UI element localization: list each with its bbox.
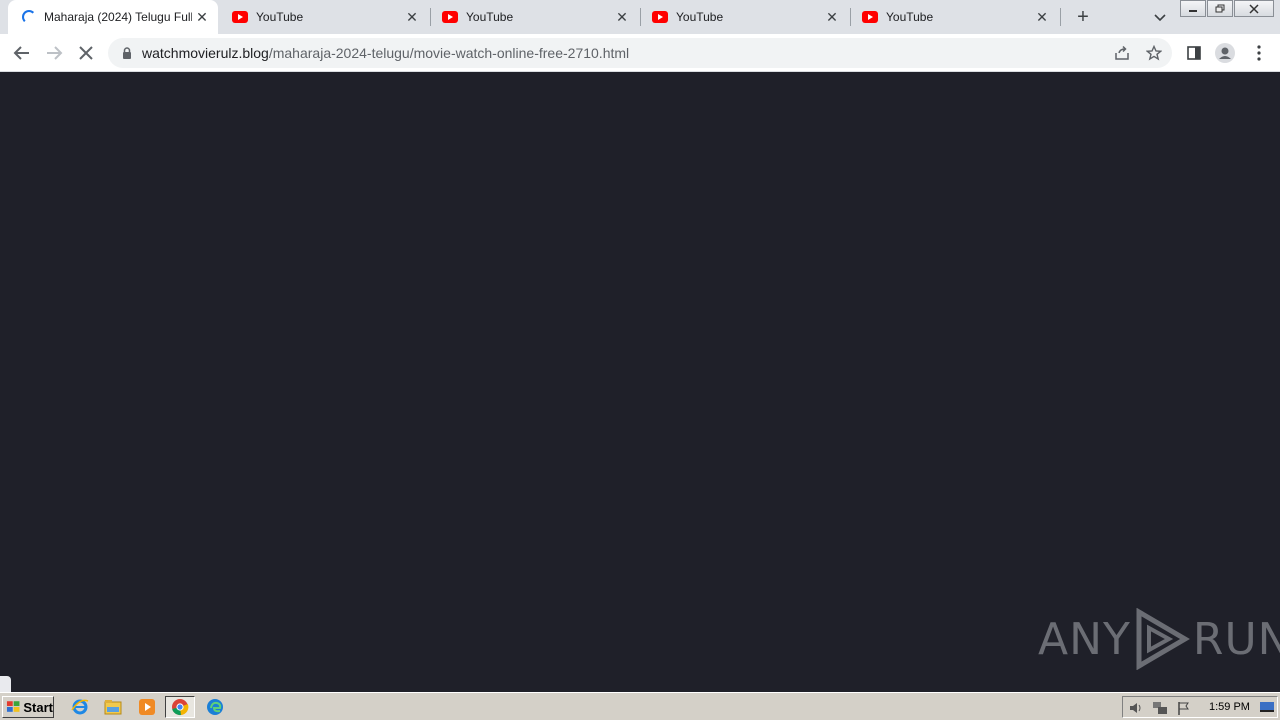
tab-maharaja[interactable]: Maharaja (2024) Telugu Full Movie ✕ [8,0,218,34]
tab-close-icon[interactable]: ✕ [614,9,630,25]
tab-title: Maharaja (2024) Telugu Full Movie [44,10,192,24]
loading-spinner-icon [22,10,36,24]
start-button[interactable]: Start [2,696,54,718]
address-bar[interactable]: watchmovierulz.blog/maharaja-2024-telugu… [108,38,1172,68]
tab-title: YouTube [466,10,514,24]
action-center-flag-icon[interactable] [1176,700,1192,716]
youtube-icon [652,11,668,23]
watermark-left-text: ANY [1038,613,1131,665]
scroll-indicator [0,676,11,692]
address-url[interactable]: watchmovierulz.blog/maharaja-2024-telugu… [142,45,629,61]
tab-strip: Maharaja (2024) Telugu Full Movie ✕ YouT… [0,0,1280,34]
system-tray: 1:59 PM [1122,696,1278,718]
file-explorer-icon[interactable] [103,698,123,716]
taskbar-clock[interactable]: 1:59 PM [1209,701,1250,713]
show-desktop-icon[interactable] [1259,700,1275,716]
windows-taskbar: Start 1:59 PM [0,692,1280,720]
side-panel-icon[interactable] [1184,43,1204,63]
restore-icon[interactable] [1207,0,1233,17]
tab-close-icon[interactable]: ✕ [1034,9,1050,25]
tab-close-icon[interactable]: ✕ [404,9,420,25]
share-icon[interactable] [1114,45,1130,61]
chrome-taskbar-icon[interactable] [165,696,195,718]
bookmark-star-icon[interactable] [1145,44,1163,61]
watermark-right-text: RUN [1192,613,1280,665]
window-close-icon[interactable] [1234,0,1274,17]
youtube-icon [862,11,878,23]
windows-logo-icon [6,701,20,712]
window-controls [1179,0,1274,17]
play-triangle-icon [1136,608,1190,670]
forward-arrow-icon[interactable] [44,43,64,63]
internet-explorer-icon[interactable] [70,698,90,716]
tab-search-chevron-icon[interactable] [1152,9,1168,25]
profile-avatar-icon[interactable] [1215,43,1235,63]
youtube-icon [442,11,458,23]
new-tab-plus-icon[interactable]: + [1073,7,1093,27]
tab-youtube-2[interactable]: YouTube ✕ [428,0,638,34]
volume-icon[interactable] [1128,700,1144,716]
url-domain: watchmovierulz.blog [142,45,269,61]
stop-loading-icon[interactable] [76,43,96,63]
youtube-icon [232,11,248,23]
tab-title: YouTube [256,10,304,24]
tab-separator [1060,8,1061,26]
tab-title: YouTube [676,10,724,24]
browser-menu-icon[interactable] [1249,43,1269,63]
edge-icon[interactable] [205,698,225,716]
tab-close-icon[interactable]: ✕ [194,9,210,25]
tab-youtube-4[interactable]: YouTube ✕ [848,0,1058,34]
anyrun-watermark: ANY RUN [1038,608,1280,670]
page-content [0,72,1280,692]
tab-youtube-1[interactable]: YouTube ✕ [218,0,428,34]
start-label: Start [23,699,53,715]
minimize-icon[interactable] [1180,0,1206,17]
media-player-icon[interactable] [137,698,157,716]
tab-title: YouTube [886,10,934,24]
network-icon[interactable] [1152,700,1168,716]
tab-youtube-3[interactable]: YouTube ✕ [638,0,848,34]
browser-toolbar: watchmovierulz.blog/maharaja-2024-telugu… [0,34,1280,72]
url-path: /maharaja-2024-telugu/movie-watch-online… [268,45,630,61]
lock-icon[interactable] [120,46,134,60]
back-arrow-icon[interactable] [12,43,32,63]
tab-close-icon[interactable]: ✕ [824,9,840,25]
